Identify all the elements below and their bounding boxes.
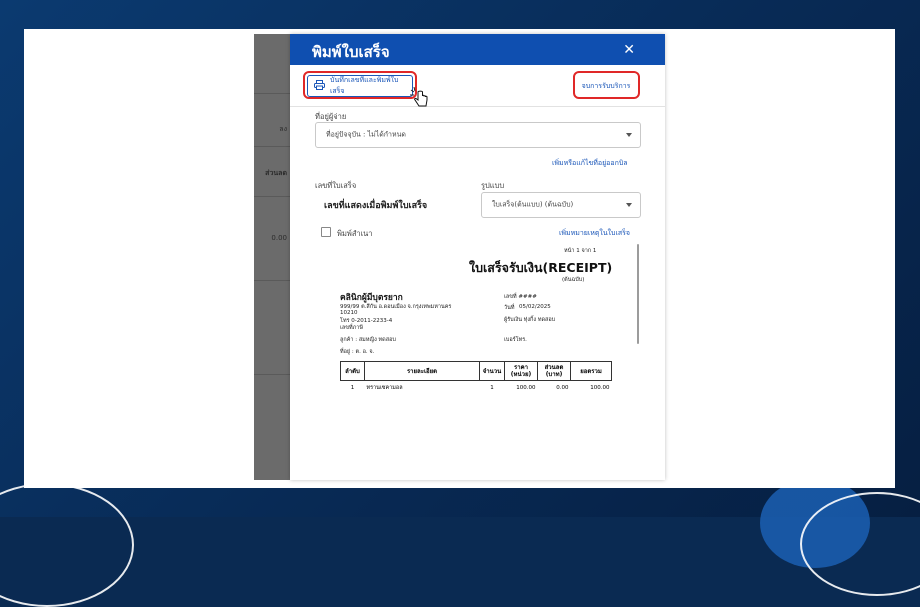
cell: ทรานเซคามอล (366, 385, 403, 391)
print-copy-label: พิมพ์สำเนา (337, 229, 373, 238)
col-header: จำนวน (479, 361, 505, 381)
hand-cursor-icon (410, 86, 430, 109)
receipt-title: ใบเสร็จรับเงิน(RECEIPT) (469, 260, 613, 275)
receipt-number-value: เลขที่แสดงเมื่อพิมพ์ใบเสร็จ (324, 201, 428, 211)
col-header: รายละเอียด (364, 361, 480, 381)
clinic-name: คลินิกผู้มีบุตรยาก (340, 293, 403, 303)
col-header: ส่วนลด (บาท) (537, 361, 571, 381)
receipt-no: เลขที่ #### (504, 294, 537, 300)
items-table: ลำดับ รายละเอียด จำนวน ราคา (หน่วย) ส่วน… (340, 361, 612, 395)
col-header: ลำดับ (340, 361, 365, 381)
table-header-row: ลำดับ รายละเอียด จำนวน ราคา (หน่วย) ส่วน… (340, 361, 612, 381)
close-icon[interactable]: ✕ (623, 42, 635, 58)
format-select[interactable]: ใบเสร็จ(ต้นแบบ) (ต้นฉบับ) (481, 192, 641, 218)
backdrop-divider (254, 196, 290, 197)
backdrop-divider (254, 93, 290, 94)
table-row: 1 ทรานเซคามอล 1 100.00 0.00 100.00 (341, 381, 612, 396)
clinic-postcode: 10210 (340, 310, 358, 316)
customer-address: ที่อยู่ : ต. อ. จ. (340, 349, 375, 355)
cell: 1 (490, 385, 494, 391)
customer: ลูกค้า : สมหญิง ทดสอบ (340, 337, 396, 343)
highlight-box (303, 71, 417, 99)
receipt-subtitle: (ต้นฉบับ) (562, 277, 585, 283)
receipt-number-label: เลขที่ใบเสร็จ (315, 181, 357, 190)
format-label: รูปแบบ (481, 181, 505, 190)
preview-scrollbar[interactable] (637, 244, 639, 344)
backdrop-divider (254, 146, 290, 147)
receipt-date-value: 05/02/2025 (519, 304, 551, 310)
receipt-date-label: วันที่ (504, 305, 515, 311)
backdrop-text: ลง (279, 125, 287, 133)
backdrop-text: 0.00 (271, 234, 287, 242)
print-receipt-dialog: พิมพ์ใบเสร็จ ✕ บันทึกเลขที่และพิมพ์ใบเสร… (290, 34, 665, 480)
clinic-tax-id: เลขที่ภาษี (340, 325, 363, 331)
col-header: ยอดรวม (570, 361, 612, 381)
dialog-header: พิมพ์ใบเสร็จ ✕ (290, 34, 665, 65)
receiver: ผู้รับเงิน ทุ่งกิ้ง ทดสอบ (504, 317, 556, 323)
page-backdrop: ลง ส่วนลด 0.00 (254, 34, 290, 480)
cell: 1 (350, 385, 355, 391)
add-note-link[interactable]: เพิ่มหมายเหตุในใบเสร็จ (559, 228, 630, 239)
page-indicator: หน้า 1 จาก 1 (564, 248, 597, 254)
format-value: ใบเสร็จ(ต้นแบบ) (ต้นฉบับ) (492, 200, 574, 209)
highlight-box (573, 71, 640, 99)
add-address-link[interactable]: เพิ่มหรือแก้ไขที่อยู่ออกบิล (552, 158, 628, 169)
chevron-down-icon (626, 203, 632, 207)
address-value: ที่อยู่ปัจจุบัน : ไม่ได้กำหนด (326, 130, 406, 139)
customer-phone: เบอร์โทร. (504, 337, 527, 343)
dialog-title: พิมพ์ใบเสร็จ (312, 43, 390, 61)
chevron-down-icon (626, 133, 632, 137)
address-select[interactable]: ที่อยู่ปัจจุบัน : ไม่ได้กำหนด (315, 122, 641, 148)
cell: 100.00 (516, 385, 536, 391)
backdrop-divider (254, 280, 290, 281)
col-header: ราคา (หน่วย) (504, 361, 538, 381)
cell: 100.00 (590, 385, 610, 391)
backdrop-text: ส่วนลด (265, 169, 287, 177)
print-copy-checkbox[interactable] (321, 227, 331, 237)
cell: 0.00 (556, 385, 569, 391)
backdrop-divider (254, 374, 290, 375)
